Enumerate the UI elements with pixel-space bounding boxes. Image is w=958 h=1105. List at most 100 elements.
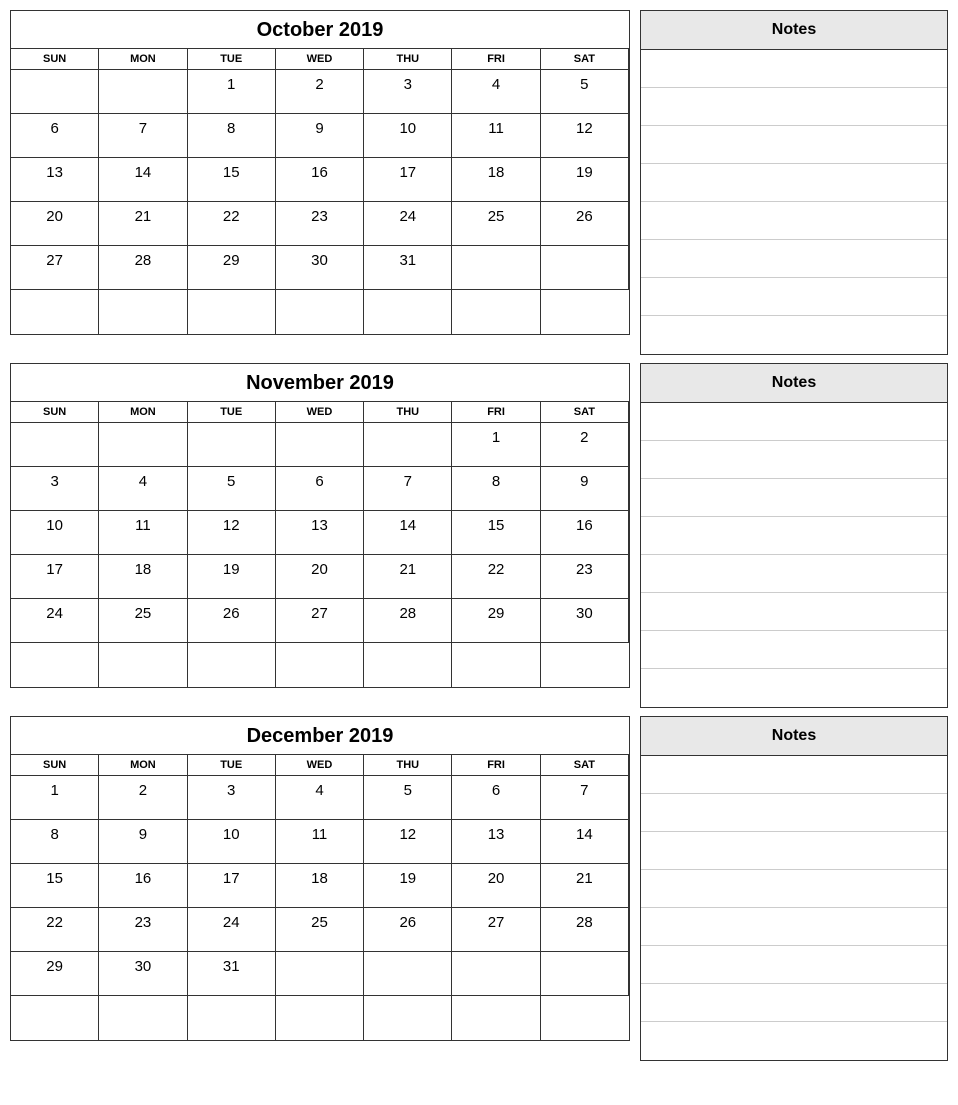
notes-line-0-2[interactable] [641,126,947,164]
day-cell-0-4-3: 30 [276,246,364,290]
day-cell-1-2-6: 16 [541,511,629,555]
day-cell-2-0-3: 4 [276,776,364,820]
day-cell-2-2-2: 17 [188,864,276,908]
day-header-1-1: MON [99,402,187,423]
day-cell-0-0-4: 3 [364,70,452,114]
calendar-grid-1: SUNMONTUEWEDTHUFRISAT1234567891011121314… [11,402,629,687]
calendar-title-1: November 2019 [11,364,629,402]
day-cell-0-0-6: 5 [541,70,629,114]
day-cell-1-2-4: 14 [364,511,452,555]
day-cell-2-3-3: 25 [276,908,364,952]
day-cell-0-1-0: 6 [11,114,99,158]
day-cell-0-4-2: 29 [188,246,276,290]
day-cell-0-3-4: 24 [364,202,452,246]
notes-line-2-0[interactable] [641,756,947,794]
day-cell-2-5-0 [11,996,99,1040]
day-cell-2-5-5 [452,996,540,1040]
notes-line-2-4[interactable] [641,908,947,946]
day-cell-1-5-0 [11,643,99,687]
notes-line-2-2[interactable] [641,832,947,870]
day-cell-0-0-3: 2 [276,70,364,114]
notes-line-1-1[interactable] [641,441,947,479]
day-cell-0-4-5 [452,246,540,290]
day-header-0-0: SUN [11,49,99,70]
day-cell-0-2-1: 14 [99,158,187,202]
day-cell-2-1-4: 12 [364,820,452,864]
day-cell-1-1-0: 3 [11,467,99,511]
day-cell-2-5-1 [99,996,187,1040]
day-cell-2-4-6 [541,952,629,996]
day-cell-2-1-0: 8 [11,820,99,864]
notes-line-1-4[interactable] [641,555,947,593]
day-cell-2-5-4 [364,996,452,1040]
day-cell-0-1-1: 7 [99,114,187,158]
day-cell-0-4-1: 28 [99,246,187,290]
notes-line-0-1[interactable] [641,88,947,126]
day-header-0-6: SAT [541,49,629,70]
day-cell-2-4-2: 31 [188,952,276,996]
day-cell-0-5-4 [364,290,452,334]
day-header-1-3: WED [276,402,364,423]
day-cell-0-0-0 [11,70,99,114]
day-cell-1-1-1: 4 [99,467,187,511]
notes-title-0: Notes [641,11,947,50]
day-cell-1-4-3: 27 [276,599,364,643]
notes-lines-0 [641,50,947,354]
day-header-1-5: FRI [452,402,540,423]
day-cell-1-1-2: 5 [188,467,276,511]
notes-line-2-6[interactable] [641,984,947,1022]
day-cell-2-2-0: 15 [11,864,99,908]
day-header-1-6: SAT [541,402,629,423]
day-header-0-5: FRI [452,49,540,70]
notes-line-1-3[interactable] [641,517,947,555]
day-cell-0-1-2: 8 [188,114,276,158]
day-cell-2-4-4 [364,952,452,996]
notes-line-2-1[interactable] [641,794,947,832]
day-header-1-2: TUE [188,402,276,423]
day-header-2-0: SUN [11,755,99,776]
notes-line-1-2[interactable] [641,479,947,517]
day-header-0-4: THU [364,49,452,70]
notes-line-2-5[interactable] [641,946,947,984]
day-cell-0-2-4: 17 [364,158,452,202]
day-cell-1-3-4: 21 [364,555,452,599]
day-cell-0-5-1 [99,290,187,334]
notes-line-1-5[interactable] [641,593,947,631]
notes-line-2-7[interactable] [641,1022,947,1060]
day-cell-2-0-2: 3 [188,776,276,820]
day-cell-2-1-1: 9 [99,820,187,864]
notes-line-0-3[interactable] [641,164,947,202]
day-header-0-3: WED [276,49,364,70]
day-header-1-0: SUN [11,402,99,423]
notes-line-0-6[interactable] [641,278,947,316]
notes-line-0-0[interactable] [641,50,947,88]
day-cell-2-2-5: 20 [452,864,540,908]
day-cell-2-4-3 [276,952,364,996]
day-cell-1-0-5: 1 [452,423,540,467]
day-cell-2-3-4: 26 [364,908,452,952]
day-cell-1-0-0 [11,423,99,467]
day-cell-0-4-0: 27 [11,246,99,290]
notes-line-2-3[interactable] [641,870,947,908]
day-cell-2-1-6: 14 [541,820,629,864]
day-header-0-2: TUE [188,49,276,70]
day-cell-2-4-1: 30 [99,952,187,996]
day-header-2-2: TUE [188,755,276,776]
notes-line-0-5[interactable] [641,240,947,278]
calendar-title-2: December 2019 [11,717,629,755]
day-cell-0-2-0: 13 [11,158,99,202]
day-cell-2-0-0: 1 [11,776,99,820]
day-cell-2-0-1: 2 [99,776,187,820]
day-cell-0-3-2: 22 [188,202,276,246]
calendar-title-0: October 2019 [11,11,629,49]
notes-line-0-7[interactable] [641,316,947,354]
notes-line-0-4[interactable] [641,202,947,240]
day-cell-0-5-3 [276,290,364,334]
day-cell-1-3-2: 19 [188,555,276,599]
notes-line-1-0[interactable] [641,403,947,441]
day-cell-2-3-1: 23 [99,908,187,952]
notes-line-1-7[interactable] [641,669,947,707]
day-cell-0-0-5: 4 [452,70,540,114]
notes-line-1-6[interactable] [641,631,947,669]
day-cell-1-5-4 [364,643,452,687]
